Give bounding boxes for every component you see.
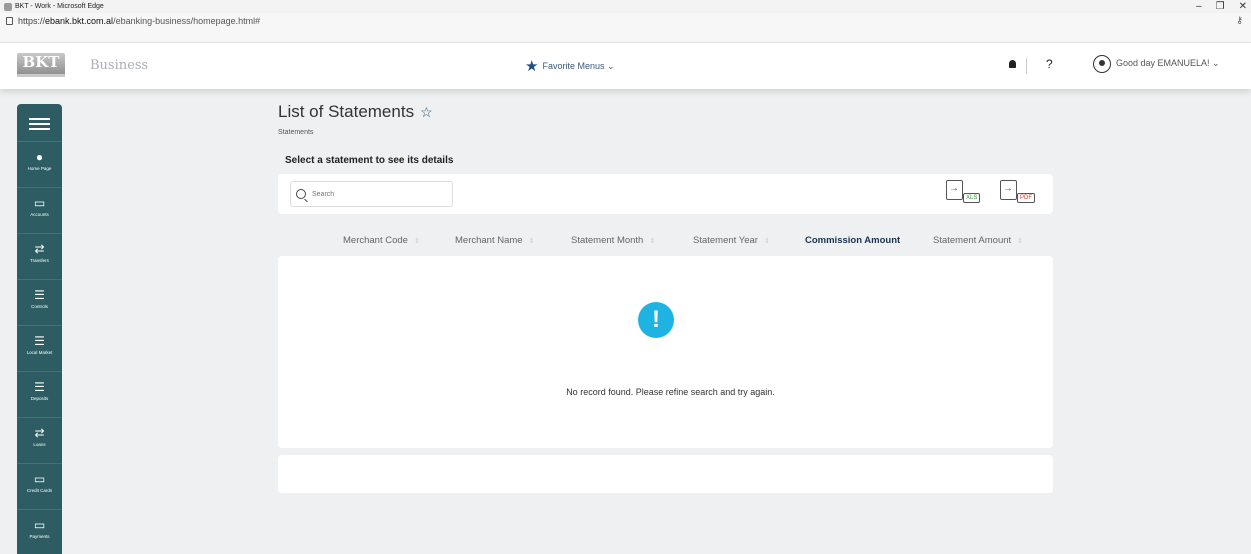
search-icon: [296, 189, 306, 199]
help-icon[interactable]: ?: [1046, 57, 1053, 71]
export-file-icon: [946, 180, 963, 200]
hamburger-menu-icon[interactable]: [29, 118, 50, 130]
column-commission-amount[interactable]: Commission Amount: [805, 235, 900, 246]
export-pdf-button[interactable]: PDF: [996, 179, 1036, 207]
payments-icon: ▭: [33, 518, 46, 532]
breadcrumb[interactable]: Statements: [278, 129, 313, 136]
url-host: ebank.bkt.com.al: [45, 16, 114, 26]
sidebar-item-payments[interactable]: ▭ Payments: [17, 509, 62, 553]
url-prefix: https://: [18, 16, 46, 26]
pagination-bar: [278, 455, 1053, 493]
sidebar-item-local-market[interactable]: ☰ Local Market: [17, 325, 62, 369]
sidebar-item-label: Deposits: [30, 396, 49, 401]
column-label: Statement Year: [693, 235, 758, 246]
section-subtitle: Select a statement to see its details: [285, 155, 454, 166]
maximize-button[interactable]: ❐: [1216, 1, 1225, 12]
loans-icon: ⇄: [34, 426, 45, 440]
column-merchant-code[interactable]: Merchant Code ⇕: [343, 235, 420, 246]
search-toolbar: XLS PDF: [278, 174, 1053, 214]
sidebar-item-label: Credit Cards: [26, 488, 53, 493]
sidebar-item-label: Accounts: [30, 212, 49, 217]
window-titlebar: BKT - Work - Microsoft Edge – ❐ ✕: [0, 0, 1251, 13]
transfers-icon: ⇄: [34, 242, 45, 256]
sort-icon: ⇕: [528, 238, 535, 245]
sidebar-item-credit-cards[interactable]: ▭ Credit Cards: [17, 463, 62, 507]
sidebar-item-home[interactable]: ● Home Page: [17, 141, 62, 185]
column-merchant-name[interactable]: Merchant Name ⇕: [455, 235, 534, 246]
star-icon: ★: [525, 58, 539, 75]
add-favorite-star-icon[interactable]: ☆: [420, 104, 433, 121]
bell-icon[interactable]: [1009, 60, 1016, 68]
accounts-icon: ▭: [33, 196, 46, 210]
lock-icon: [6, 17, 13, 25]
brand-label: Business: [90, 58, 149, 73]
home-icon: ●: [35, 150, 44, 164]
deposits-icon: ☰: [34, 380, 45, 394]
sidebar-item-transfers[interactable]: ⇄ Transfers: [17, 233, 62, 277]
sidebar-item-label: Controls: [31, 304, 48, 309]
column-label: Commission Amount: [805, 235, 901, 246]
user-avatar-icon[interactable]: [1093, 55, 1111, 73]
edge-icon: [4, 2, 12, 11]
export-file-icon: [1000, 180, 1017, 200]
sidebar-item-label: Transfers: [30, 258, 49, 263]
close-button[interactable]: ✕: [1239, 1, 1247, 12]
sidebar: ● Home Page ▭ Accounts ⇄ Transfers ☰ Con…: [17, 104, 62, 554]
divider: [1026, 58, 1027, 74]
url[interactable]: https://ebank.bkt.com.al/ebanking-busine…: [18, 16, 260, 26]
minimize-button[interactable]: –: [1196, 1, 1202, 12]
bkt-logo[interactable]: BKT: [17, 53, 65, 75]
window-controls: – ❐ ✕: [1196, 0, 1247, 13]
address-bar[interactable]: https://ebank.bkt.com.al/ebanking-busine…: [0, 13, 1251, 43]
sidebar-item-label: Loans: [33, 442, 46, 447]
sort-icon: ⇕: [649, 238, 656, 245]
export-xls-button[interactable]: XLS: [942, 179, 982, 207]
column-label: Merchant Name: [455, 235, 523, 246]
local-market-icon: ☰: [34, 334, 45, 348]
controls-icon: ☰: [34, 288, 45, 302]
app-header: BKT Business ★ Favorite Menus ⌄ ? Good d…: [0, 43, 1251, 89]
favorite-menus-label: Favorite Menus ⌄: [542, 60, 615, 71]
info-alert-icon: !: [638, 302, 674, 338]
column-statement-month[interactable]: Statement Month ⇕: [571, 235, 655, 246]
table-header: Merchant Code ⇕ Merchant Name ⇕ Statement …: [278, 235, 1053, 249]
url-path: /ebanking-business/homepage.html#: [113, 16, 261, 26]
column-statement-year[interactable]: Statement Year ⇕: [693, 235, 770, 246]
sidebar-item-controls[interactable]: ☰ Controls: [17, 279, 62, 323]
sidebar-item-deposits[interactable]: ☰ Deposits: [17, 371, 62, 415]
logo-underline: [17, 74, 65, 77]
page-title-text: List of Statements: [278, 102, 415, 121]
sidebar-item-label: Local Market: [26, 350, 53, 355]
sidebar-item-loans[interactable]: ⇄ Loans: [17, 417, 62, 461]
page-title: List of Statements ☆: [278, 102, 433, 122]
user-greeting-dropdown[interactable]: Good day EMANUELA! ⌄: [1116, 58, 1220, 69]
sort-icon: ⇕: [1017, 238, 1024, 245]
sidebar-item-label: Payments: [29, 534, 50, 539]
xls-label: XLS: [963, 193, 981, 203]
column-statement-amount[interactable]: Statement Amount ⇕: [933, 235, 1023, 246]
favorite-menus-dropdown[interactable]: ★ Favorite Menus ⌄: [525, 57, 615, 75]
window-title: BKT - Work - Microsoft Edge: [15, 3, 104, 10]
empty-state-message: No record found. Please refine search an…: [566, 387, 775, 397]
sort-icon: ⇕: [763, 238, 770, 245]
key-icon[interactable]: ⚷: [1236, 15, 1243, 26]
pdf-label: PDF: [1017, 193, 1035, 203]
credit-cards-icon: ▭: [33, 472, 46, 486]
search-input[interactable]: [312, 190, 442, 198]
column-label: Statement Amount: [933, 235, 1012, 246]
column-label: Merchant Code: [343, 235, 408, 246]
search-field[interactable]: [290, 181, 453, 207]
sort-icon: ⇕: [413, 238, 420, 245]
column-label: Statement Month: [571, 235, 644, 246]
results-panel: ! No record found. Please refine search …: [278, 256, 1053, 448]
sidebar-item-label: Home Page: [27, 166, 52, 171]
sidebar-item-accounts[interactable]: ▭ Accounts: [17, 187, 62, 231]
